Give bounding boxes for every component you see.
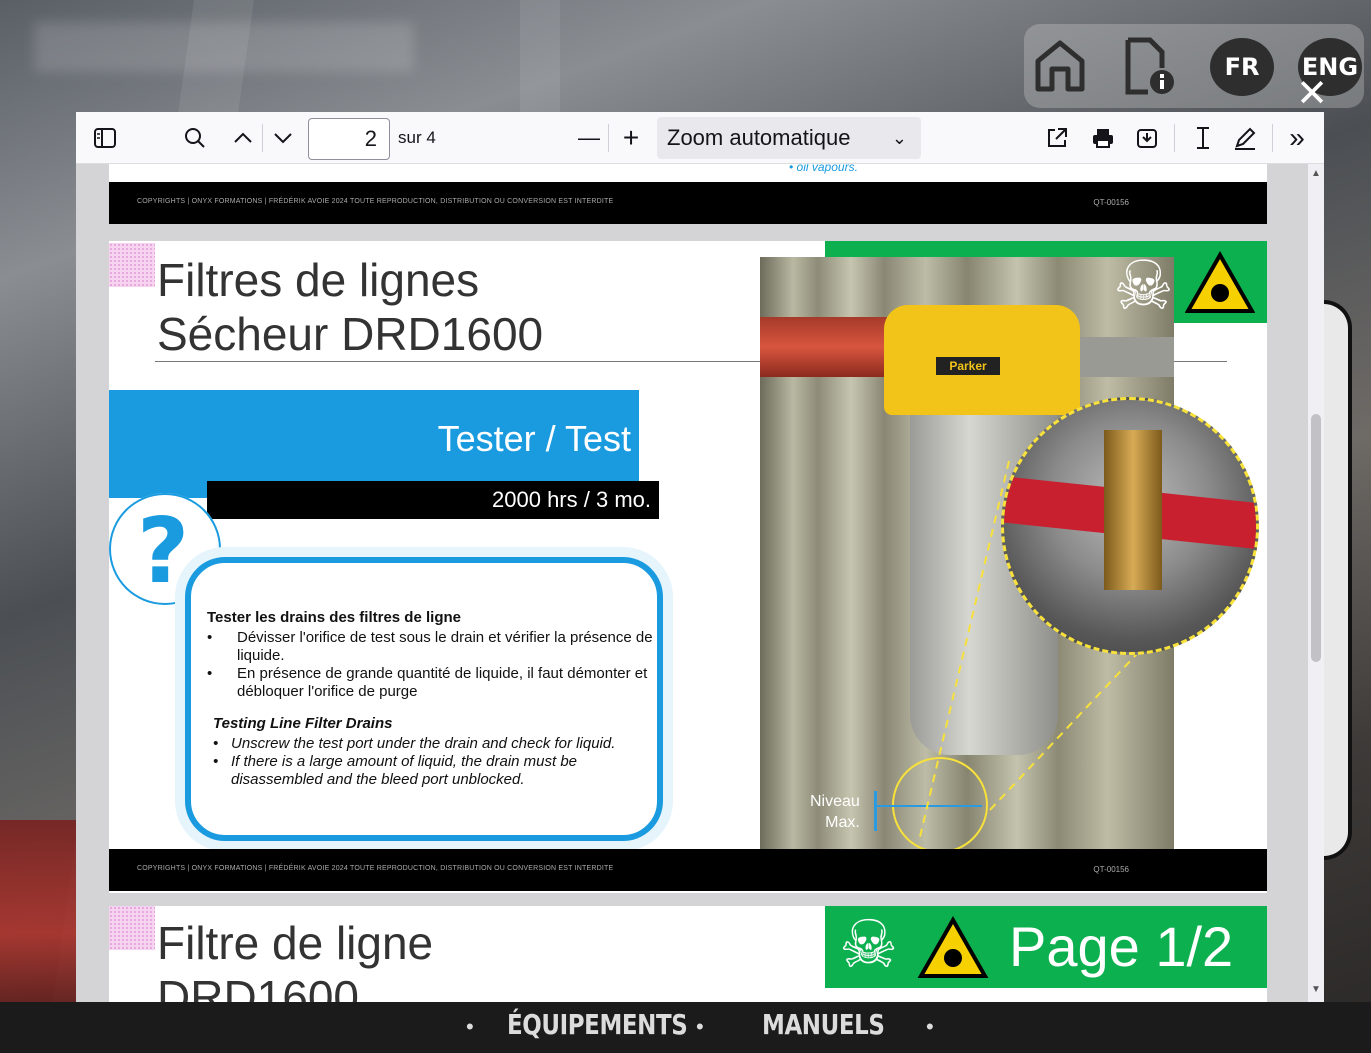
en-section: Testing Line Filter Drains Unscrew the t…	[207, 715, 653, 789]
page-footer-bar: COPYRIGHTS | ONYX FORMATIONS | FRÉDÉRIK …	[109, 182, 1267, 224]
toolbar-separator	[262, 124, 263, 152]
nav-separator: •	[466, 1014, 474, 1039]
en-heading: Testing Line Filter Drains	[213, 715, 393, 732]
hazard-banner: ☠ Page 1/2	[825, 906, 1267, 988]
download-icon	[1137, 129, 1157, 148]
scroll-thumb[interactable]	[1311, 414, 1321, 662]
photo-pipe	[760, 317, 890, 377]
level-label: Niveau Max.	[810, 791, 860, 833]
printer-icon	[1093, 129, 1113, 148]
page-label: Page 1/2	[1009, 915, 1234, 978]
copyright-text: COPYRIGHTS | ONYX FORMATIONS | FRÉDÉRIK …	[137, 865, 614, 872]
copyright-text: COPYRIGHTS | ONYX FORMATIONS | FRÉDÉRIK …	[137, 198, 614, 205]
document-info-icon	[1125, 37, 1174, 95]
detail-drain-valve	[1104, 430, 1162, 590]
background-blur	[34, 22, 414, 72]
more-tools-button[interactable]: »	[1282, 122, 1312, 154]
pdf-toolbar: 2 sur 4 — + Zoom automatique ⌄ »	[76, 112, 1324, 164]
home-button[interactable]	[1028, 34, 1092, 98]
instruction-text: Tester les drains des filtres de ligne D…	[207, 609, 653, 789]
level-tick	[874, 791, 877, 831]
document-code: QT-00156	[1093, 865, 1129, 874]
zoom-select[interactable]: Zoom automatique ⌄	[657, 117, 921, 159]
bottom-navigation: • ÉQUIPEMENTS • MANUELS •	[0, 1002, 1371, 1053]
open-external-button[interactable]	[1042, 122, 1072, 154]
drain-detail-zoom	[1001, 397, 1259, 655]
previous-page-button[interactable]	[228, 122, 258, 154]
page-number-input[interactable]: 2	[308, 118, 390, 160]
photo-pipe	[1080, 337, 1174, 377]
download-button[interactable]	[1132, 122, 1162, 154]
background-panel	[1320, 300, 1352, 860]
question-mark-icon: ?	[137, 499, 190, 604]
title-decoration	[109, 243, 155, 287]
skull-crossbones-icon: ☠	[1113, 247, 1174, 326]
background-beam	[520, 0, 560, 120]
previous-page-tail: • oil vapours.	[109, 164, 1267, 182]
interval-strip: 2000 hrs / 3 mo.	[207, 481, 659, 519]
scroll-down-arrow[interactable]: ▼	[1311, 984, 1321, 995]
fr-heading: Tester les drains des filtres de ligne	[207, 609, 461, 626]
explosion-warning-icon	[917, 916, 989, 978]
level-label-line-2: Max.	[825, 814, 860, 831]
section-title: Tester / Test	[437, 418, 631, 459]
explosion-warning-icon	[1185, 251, 1255, 313]
chevron-down-icon: ⌄	[891, 128, 907, 148]
en-list: Unscrew the test port under the drain an…	[207, 735, 653, 789]
chevron-down-icon	[274, 133, 292, 144]
external-link-icon	[1048, 128, 1067, 147]
slide-title-line-2: DRD1600	[157, 971, 359, 1002]
document-code: QT-00156	[1093, 198, 1129, 207]
slide-title-line-1: Filtre de ligne	[157, 917, 434, 969]
next-page-button[interactable]	[268, 122, 298, 154]
language-fr-button[interactable]: FR	[1210, 38, 1274, 96]
zoom-value: Zoom automatique	[667, 125, 851, 150]
sidebar-toggle-button[interactable]	[90, 122, 120, 154]
document-info-button[interactable]	[1116, 34, 1180, 98]
page-count-label: sur 4	[398, 128, 436, 147]
title-decoration	[109, 906, 155, 950]
list-item: If there is a large amount of liquid, th…	[207, 753, 653, 789]
list-item: Dévisser l'orifice de test sous le drain…	[207, 629, 653, 665]
page-footer-bar: COPYRIGHTS | ONYX FORMATIONS | FRÉDÉRIK …	[109, 849, 1267, 891]
fr-list: Dévisser l'orifice de test sous le drain…	[207, 629, 653, 701]
document-area: • oil vapours. COPYRIGHTS | ONYX FORMATI…	[76, 164, 1308, 1002]
find-button[interactable]	[180, 122, 210, 154]
previous-page-text: • oil vapours.	[789, 164, 858, 174]
pdf-viewer: 2 sur 4 — + Zoom automatique ⌄ » • oil v…	[76, 112, 1324, 1002]
chevron-up-icon	[234, 132, 252, 143]
zoom-out-button[interactable]: —	[574, 122, 604, 154]
level-label-line-1: Niveau	[810, 793, 860, 810]
skull-crossbones-icon: ☠	[839, 906, 899, 983]
nav-item-manuels[interactable]: MANUELS	[762, 1008, 885, 1041]
pdf-page-slide-2: Filtre de ligne DRD1600 ☠ Page 1/2	[109, 906, 1267, 1002]
text-cursor-icon	[1197, 127, 1209, 149]
close-button[interactable]: ✕	[1290, 72, 1334, 116]
toolbar-separator	[608, 124, 609, 152]
slide-title-line-2: Sécheur DRD1600	[157, 308, 544, 360]
search-icon	[185, 128, 205, 148]
nav-item-equipements[interactable]: ÉQUIPEMENTS	[507, 1008, 688, 1041]
sidebar-icon	[94, 128, 116, 148]
list-item: Unscrew the test port under the drain an…	[207, 735, 653, 753]
print-button[interactable]	[1088, 122, 1118, 154]
list-item: En présence de grande quantité de liquid…	[207, 665, 653, 701]
nav-separator: •	[926, 1014, 934, 1039]
vertical-scrollbar[interactable]: ▲ ▼	[1308, 164, 1324, 1002]
toolbar-separator	[1174, 124, 1175, 152]
text-tool-button[interactable]	[1188, 122, 1218, 154]
pen-icon	[1235, 127, 1256, 150]
slide-title-line-1: Filtres de lignes	[157, 254, 480, 306]
brand-label: Parker	[936, 357, 1000, 375]
draw-tool-button[interactable]	[1230, 122, 1260, 154]
zoom-in-button[interactable]: +	[616, 122, 646, 154]
nav-separator: •	[696, 1014, 704, 1039]
scroll-up-arrow[interactable]: ▲	[1311, 168, 1321, 179]
home-icon	[1035, 40, 1085, 92]
toolbar-separator	[1272, 124, 1273, 152]
